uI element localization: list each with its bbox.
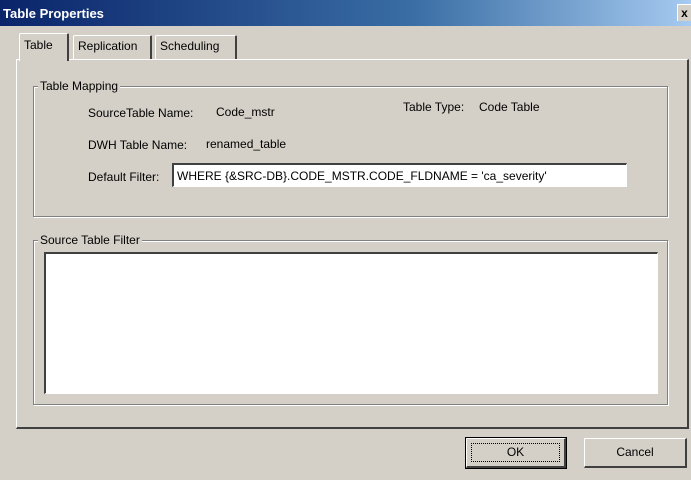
tab-scheduling[interactable]: Scheduling [155,35,237,59]
tab-replication[interactable]: Replication [73,35,152,59]
table-type-label: Table Type: [403,100,465,114]
tab-replication-label: Replication [78,39,138,53]
tab-table-label: Table [24,38,53,52]
cancel-button-label: Cancel [616,445,654,459]
default-filter-input[interactable]: WHERE {&SRC-DB}.CODE_MSTR.CODE_FLDNAME =… [172,163,627,187]
title-bar: Table Properties x [0,0,691,26]
window-title: Table Properties [3,6,104,21]
source-table-filter-textarea[interactable] [44,252,658,394]
focus-rect [471,443,560,462]
table-type-value: Code Table [479,100,540,114]
tab-scheduling-label: Scheduling [160,39,220,53]
dwh-table-name-label: DWH Table Name: [88,138,188,152]
close-icon[interactable]: x [677,4,691,21]
dwh-table-name-value: renamed_table [206,137,287,151]
default-filter-label: Default Filter: [88,170,160,184]
cancel-button[interactable]: Cancel [584,438,687,468]
source-table-filter-label: Source Table Filter [38,233,142,247]
table-mapping-label: Table Mapping [38,79,121,93]
source-table-name-value: Code_mstr [216,105,275,119]
ok-button[interactable]: OK [465,437,567,469]
tab-table[interactable]: Table [19,33,69,61]
source-table-name-label: SourceTable Name: [88,106,194,120]
